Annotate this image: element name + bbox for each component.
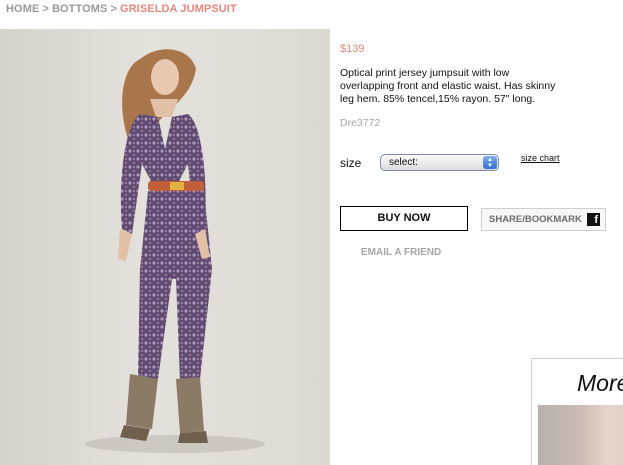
size-chart-link[interactable]: size chart (521, 153, 560, 163)
size-select[interactable]: select: ▲ ▼ (380, 154, 499, 171)
breadcrumb-separator: > (110, 3, 117, 15)
model-illustration (85, 49, 265, 453)
more-products-panel: More (531, 358, 623, 465)
breadcrumb-home-link[interactable]: HOME (6, 3, 39, 15)
breadcrumb-current: GRISELDA JUMPSUIT (119, 3, 237, 15)
facebook-icon: f (587, 213, 600, 226)
size-select-value: select: (389, 157, 418, 168)
product-price: $139 (340, 43, 365, 55)
product-sku: Dre3772 (340, 117, 381, 129)
more-title: More (577, 370, 623, 396)
share-bookmark-button[interactable]: SHARE/BOOKMARK f (481, 208, 606, 231)
select-arrows-icon: ▲ ▼ (483, 156, 497, 169)
breadcrumb-separator: > (42, 3, 49, 15)
product-description: Optical print jersey jumpsuit with low o… (340, 67, 556, 105)
share-bookmark-label: SHARE/BOOKMARK (489, 214, 582, 225)
product-image[interactable] (0, 29, 330, 465)
email-a-friend-link[interactable]: EMAIL A FRIEND (361, 247, 441, 258)
more-product-thumbnail[interactable] (538, 405, 623, 465)
breadcrumb: HOME > BOTTOMS > GRISELDA JUMPSUIT (6, 3, 237, 15)
buy-now-button[interactable]: BUY NOW (340, 206, 468, 231)
size-label: size (340, 156, 362, 170)
breadcrumb-bottoms-link[interactable]: BOTTOMS (52, 3, 108, 15)
